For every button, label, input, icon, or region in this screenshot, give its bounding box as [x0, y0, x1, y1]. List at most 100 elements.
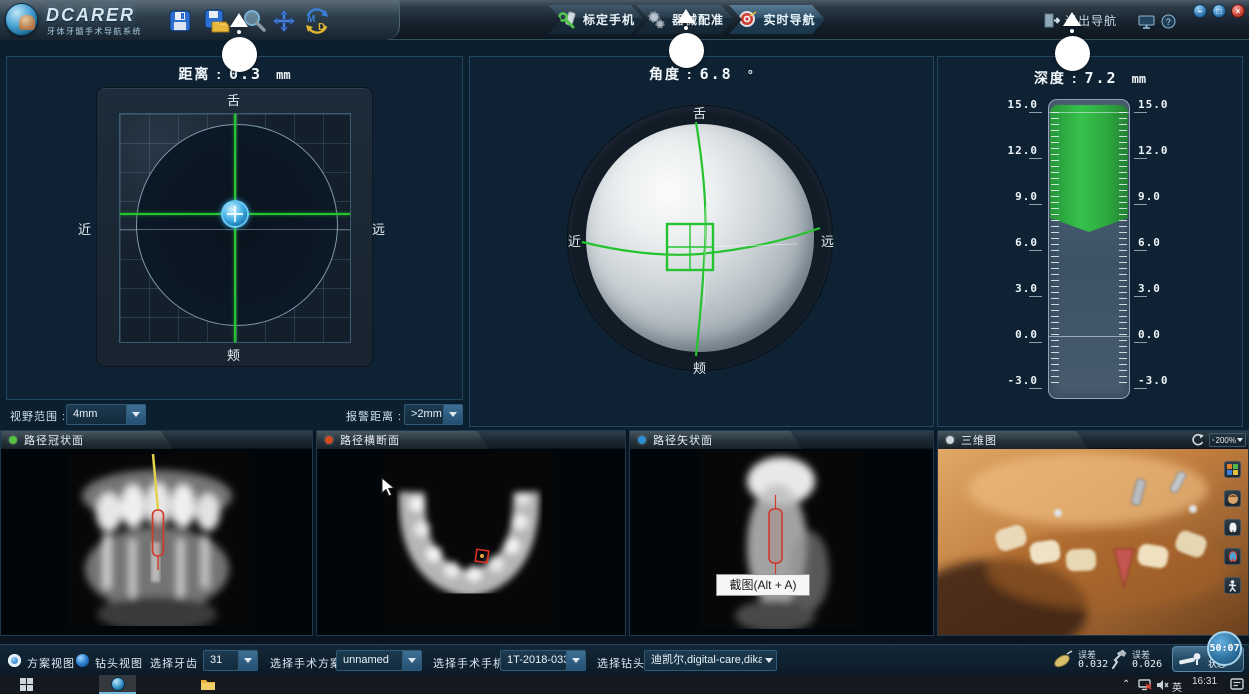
- view-panel-sagittal: 路径矢状面: [629, 430, 934, 636]
- ime-indicator[interactable]: 英: [1172, 679, 1182, 694]
- 3d-tool-tooth-button[interactable]: [1224, 519, 1241, 536]
- taskbar-app-dcarer[interactable]: [99, 675, 136, 694]
- close-button[interactable]: ×: [1231, 4, 1245, 18]
- zoom-level-control[interactable]: 200%: [1209, 433, 1246, 447]
- 3d-tool-layers-button[interactable]: [1224, 461, 1241, 478]
- depth-scale-label: 12.0: [1138, 144, 1178, 157]
- nav-button-calibrate-handpiece[interactable]: 标定手机: [548, 5, 644, 34]
- depth-scale-label: 15.0: [998, 98, 1038, 111]
- plan-view-radio[interactable]: [8, 654, 21, 667]
- chevron-down-icon: [402, 651, 421, 670]
- navigation-timer-badge: 50:07: [1207, 631, 1242, 666]
- volume-muted-icon[interactable]: [1156, 679, 1169, 691]
- depth-gauge-panel: 深度 :7.2mm 15.0 12.0 9.0 6.0 3.0 0.0 -3.0…: [937, 56, 1243, 427]
- screenshot-tooltip: 截图(Alt + A): [716, 574, 810, 596]
- view-panel-axial: 路径横断面: [316, 430, 626, 636]
- chevron-down-icon: [238, 651, 257, 670]
- select-tooth-dropdown[interactable]: 31: [203, 650, 258, 671]
- coronal-ct-view[interactable]: [1, 449, 312, 635]
- depth-scale-label: 0.0: [998, 328, 1038, 341]
- nav-button-realtime-navigation[interactable]: 实时导航: [729, 5, 825, 34]
- select-drill-dropdown[interactable]: 迪凯尔,digital-care,dikaier_种子: [644, 650, 777, 671]
- chevron-down-icon: [762, 651, 776, 670]
- magnifier-icon: [1212, 436, 1215, 444]
- depth-scale-label: 6.0: [1138, 236, 1178, 249]
- touch-pointer-indicator: [1054, 12, 1090, 71]
- angle-gauge-panel: 角度 :6.8° 舌 近 远 颊: [469, 56, 934, 427]
- svg-text:D: D: [318, 22, 325, 33]
- depth-scale-label: 9.0: [1138, 190, 1178, 203]
- crosshair-vertical-line: [234, 114, 236, 342]
- direction-label-buccal: 颊: [227, 345, 241, 364]
- drill-error-indicator: 误差0.026: [1110, 648, 1162, 671]
- select-tooth-label: 选择牙齿: [150, 655, 198, 671]
- depth-fill-indicator: [1050, 105, 1128, 232]
- handpiece-tool-icon: [1052, 650, 1074, 670]
- select-handpiece-dropdown[interactable]: 1T-2018-033: [500, 650, 586, 671]
- clock[interactable]: 16:31: [1192, 676, 1217, 687]
- move-icon[interactable]: [272, 8, 298, 34]
- hidden-icons-chevron[interactable]: ⌃: [1122, 679, 1130, 690]
- direction-label-lingual: 舌: [693, 103, 707, 122]
- depth-scale-label: -3.0: [998, 374, 1038, 387]
- direction-label-distal: 远: [821, 231, 835, 250]
- network-icon[interactable]: [1138, 679, 1152, 691]
- 3d-tool-tooth-color-button[interactable]: [1224, 548, 1241, 565]
- gears-icon: [646, 10, 666, 30]
- app-logo-icon: [5, 3, 38, 36]
- panel-header: 路径矢状面: [630, 431, 933, 449]
- direction-label-buccal: 颊: [693, 358, 707, 377]
- depth-scale-label: 12.0: [998, 144, 1038, 157]
- brand-name: DCARER: [46, 5, 135, 26]
- fov-dropdown[interactable]: 4mm: [66, 404, 146, 425]
- display-settings-icon[interactable]: [1138, 15, 1155, 29]
- touch-pointer-indicator: [668, 9, 704, 68]
- zoom-value: 200%: [1216, 436, 1236, 445]
- action-center-icon[interactable]: [1230, 678, 1244, 691]
- depth-scale-label: 15.0: [1138, 98, 1178, 111]
- save-icon[interactable]: [167, 8, 193, 34]
- wrench-phone-icon: [557, 11, 577, 29]
- depth-scale-label: 9.0: [998, 190, 1038, 203]
- 3d-render-view[interactable]: [938, 449, 1248, 635]
- depth-scale-label: 6.0: [998, 236, 1038, 249]
- depth-scale-label: 0.0: [1138, 328, 1178, 341]
- switch-md-icon[interactable]: MD: [303, 8, 329, 34]
- panel-header: 路径横断面: [317, 431, 625, 449]
- minimize-button[interactable]: –: [1193, 4, 1207, 18]
- status-dot: [638, 436, 646, 444]
- chevron-down-icon: [443, 405, 462, 424]
- drill-view-radio[interactable]: [76, 654, 89, 667]
- drill-bit-icon: [1110, 650, 1128, 670]
- drill-view-label: 钻头视图: [95, 655, 143, 671]
- alarm-distance-label: 报警距离 :: [346, 408, 402, 424]
- 3d-tool-head-button[interactable]: [1224, 490, 1241, 507]
- direction-label-distal: 远: [372, 219, 386, 238]
- alarm-distance-dropdown[interactable]: >2mm: [404, 404, 463, 425]
- angle-crosshair-overlay: [568, 106, 832, 370]
- depth-title: 深度 :7.2mm: [938, 68, 1242, 88]
- chevron-down-icon: [566, 651, 585, 670]
- crosshair-grid: [119, 113, 351, 343]
- reset-view-icon[interactable]: [1191, 433, 1204, 447]
- panel-header: 路径冠状面: [1, 431, 312, 449]
- select-handpiece-label: 选择手术手机: [433, 655, 505, 671]
- select-plan-label: 选择手术方案: [270, 655, 342, 671]
- axial-ct-view[interactable]: [317, 449, 625, 635]
- windows-start-button[interactable]: [20, 678, 33, 691]
- sagittal-ct-view[interactable]: [630, 449, 933, 635]
- handpiece-error-indicator: 误差0.032: [1052, 648, 1108, 671]
- plan-view-label: 方案视图: [27, 655, 75, 671]
- select-plan-dropdown[interactable]: unnamed: [336, 650, 422, 671]
- direction-label-mesial: 近: [78, 219, 92, 238]
- taskbar-file-explorer[interactable]: [200, 678, 216, 691]
- depth-scale-label: 3.0: [998, 282, 1038, 295]
- depth-scale-label: -3.0: [1138, 374, 1178, 387]
- help-icon[interactable]: ?: [1161, 14, 1176, 29]
- distance-gauge-panel: 距离 :0.3mm 舌 近 远 颊: [6, 56, 463, 400]
- maximize-button[interactable]: □: [1212, 4, 1226, 18]
- 3d-tool-skeleton-button[interactable]: [1224, 577, 1241, 594]
- depth-gauge-column: [1048, 99, 1130, 399]
- chevron-down-icon: [126, 405, 145, 424]
- status-dot: [9, 436, 17, 444]
